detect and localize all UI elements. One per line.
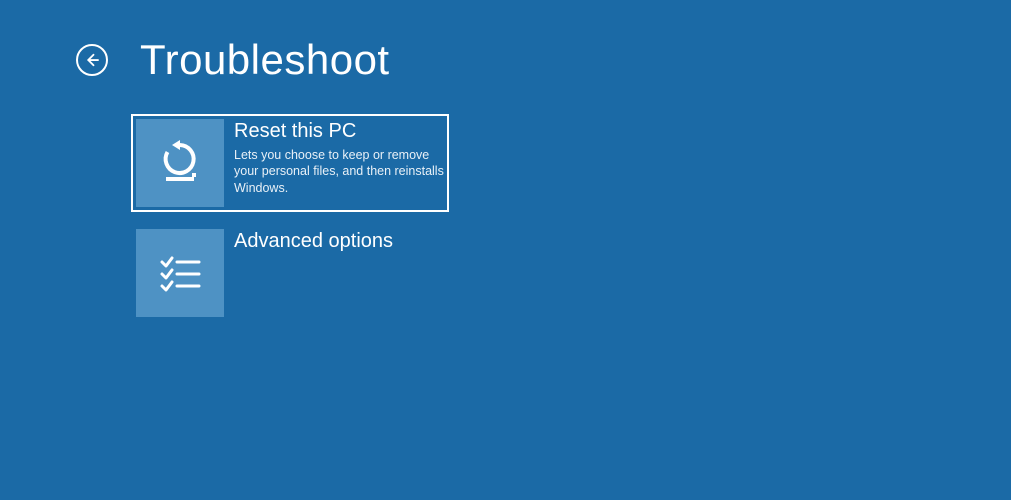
arrow-left-icon (83, 51, 101, 69)
option-text: Reset this PC Lets you choose to keep or… (224, 119, 444, 196)
checklist-icon (136, 229, 224, 317)
option-description: Lets you choose to keep or remove your p… (234, 147, 444, 196)
option-title: Advanced options (234, 229, 444, 253)
option-title: Reset this PC (234, 119, 444, 143)
options-list: Reset this PC Lets you choose to keep or… (131, 114, 1011, 322)
option-reset-this-pc[interactable]: Reset this PC Lets you choose to keep or… (131, 114, 449, 212)
reset-icon (136, 119, 224, 207)
option-advanced-options[interactable]: Advanced options (131, 224, 449, 322)
back-button[interactable] (76, 44, 108, 76)
option-text: Advanced options (224, 229, 444, 257)
page-title: Troubleshoot (140, 36, 390, 84)
page-header: Troubleshoot (0, 0, 1011, 84)
